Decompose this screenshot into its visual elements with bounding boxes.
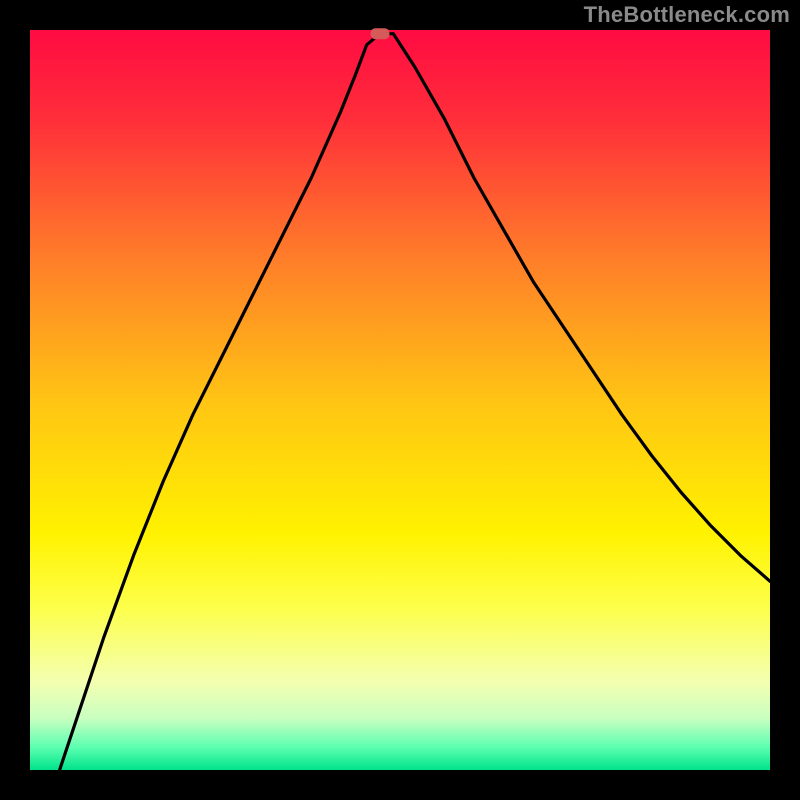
plot-background <box>30 30 770 770</box>
optimum-marker <box>371 28 390 39</box>
watermark-text: TheBottleneck.com <box>584 2 790 28</box>
bottleneck-chart: TheBottleneck.com <box>0 0 800 800</box>
chart-svg <box>0 0 800 800</box>
